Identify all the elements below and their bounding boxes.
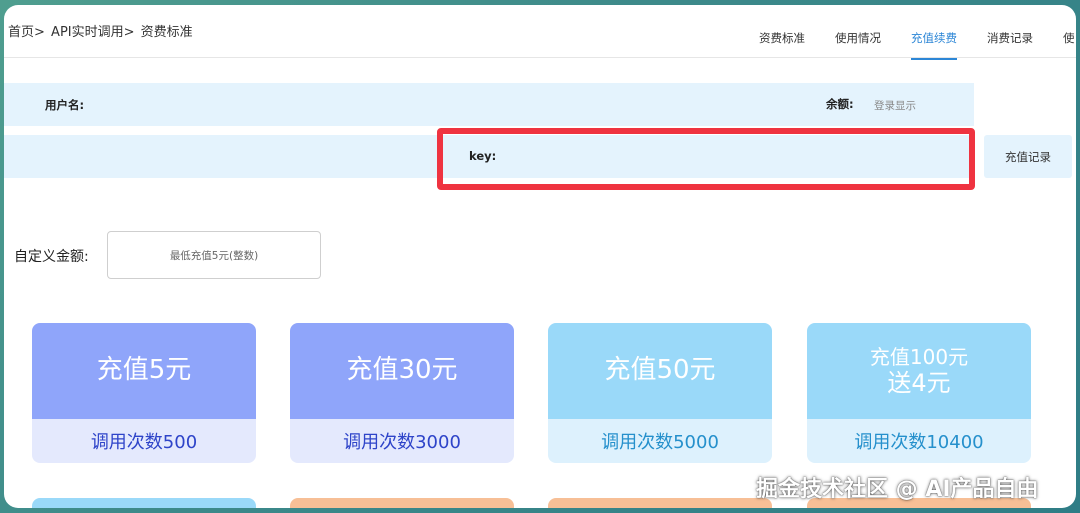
package-card-100[interactable]: 充值100元 送4元 调用次数10400 — [807, 323, 1031, 463]
package-title-line2: 送4元 — [887, 368, 951, 397]
package-card-partial[interactable] — [32, 498, 256, 508]
account-info-row: 用户名: 余额: 登录显示 — [4, 83, 974, 126]
package-card-5[interactable]: 充值5元 调用次数500 — [32, 323, 256, 463]
tab-consumption-records[interactable]: 消费记录 — [987, 30, 1033, 60]
custom-amount-input[interactable]: 最低充值5元(整数) — [107, 231, 321, 279]
breadcrumb-api[interactable]: API实时调用> — [51, 25, 134, 40]
package-calls: 调用次数500 — [32, 419, 256, 463]
package-title: 充值100元 送4元 — [807, 323, 1031, 419]
package-card-partial[interactable] — [548, 498, 772, 508]
package-card-partial[interactable] — [290, 498, 514, 508]
key-label: key: — [469, 149, 497, 163]
username-label: 用户名: — [45, 98, 85, 112]
package-title: 充值5元 — [32, 323, 256, 419]
tab-usage[interactable]: 使用情况 — [835, 30, 881, 60]
breadcrumb-home[interactable]: 首页> — [8, 25, 45, 40]
breadcrumb-current: 资费标准 — [140, 25, 193, 40]
tab-pricing[interactable]: 资费标准 — [759, 30, 805, 60]
tab-recharge[interactable]: 充值续费 — [911, 30, 957, 60]
tab-truncated[interactable]: 使 — [1063, 30, 1075, 60]
package-calls: 调用次数10400 — [807, 419, 1031, 463]
balance-hint: 登录显示 — [874, 100, 916, 112]
package-card-30[interactable]: 充值30元 调用次数3000 — [290, 323, 514, 463]
watermark-text: 掘金技术社区 @ AI产品自由 — [756, 477, 1039, 502]
package-calls: 调用次数3000 — [290, 419, 514, 463]
package-card-50[interactable]: 充值50元 调用次数5000 — [548, 323, 772, 463]
package-title: 充值30元 — [290, 323, 514, 419]
custom-amount-label: 自定义金额: — [14, 249, 89, 265]
balance-label: 余额: — [826, 97, 854, 111]
package-calls: 调用次数5000 — [548, 419, 772, 463]
breadcrumb: 首页> API实时调用> 资费标准 — [8, 21, 195, 40]
package-title-line1: 充值100元 — [869, 344, 969, 369]
header-divider — [4, 57, 1076, 58]
recharge-record-button[interactable]: 充值记录 — [984, 135, 1072, 178]
tab-bar: 资费标准 使用情况 充值续费 消费记录 使 — [759, 30, 1076, 60]
app-window: 首页> API实时调用> 资费标准 资费标准 使用情况 充值续费 消费记录 使 … — [4, 5, 1076, 508]
package-title: 充值50元 — [548, 323, 772, 419]
key-highlight-box: key: — [437, 128, 975, 190]
